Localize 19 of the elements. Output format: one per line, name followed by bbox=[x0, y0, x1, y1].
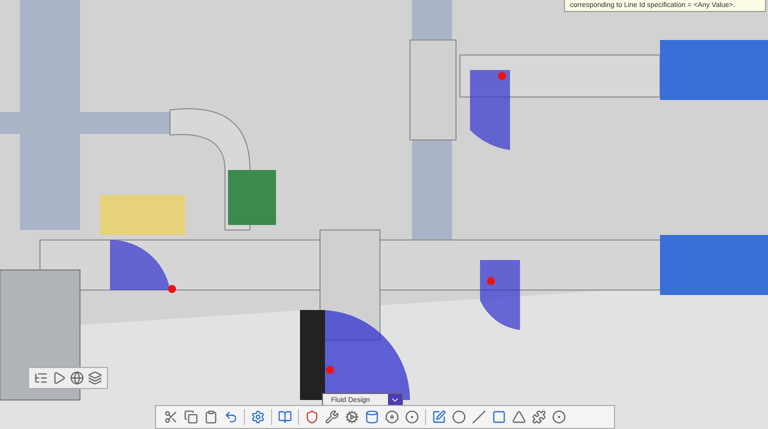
sphere-icon[interactable] bbox=[70, 371, 84, 385]
layers-icon[interactable] bbox=[88, 371, 102, 385]
shield-icon[interactable] bbox=[305, 410, 319, 424]
workbench-dropdown-button[interactable] bbox=[388, 394, 402, 406]
undo-icon[interactable] bbox=[224, 410, 238, 424]
disc-icon[interactable] bbox=[385, 410, 399, 424]
axis-icon[interactable] bbox=[552, 410, 566, 424]
flange-icon[interactable] bbox=[405, 410, 419, 424]
tree-icon[interactable] bbox=[34, 371, 48, 385]
paste-icon[interactable] bbox=[204, 410, 218, 424]
cylinder-icon[interactable] bbox=[365, 410, 379, 424]
plane-icon[interactable] bbox=[492, 410, 506, 424]
copy-icon[interactable] bbox=[184, 410, 198, 424]
edit-icon[interactable] bbox=[432, 410, 446, 424]
gear-icon[interactable] bbox=[251, 410, 265, 424]
book-icon[interactable] bbox=[278, 410, 292, 424]
surface-icon[interactable] bbox=[512, 410, 526, 424]
line-icon[interactable] bbox=[472, 410, 486, 424]
cut-icon[interactable] bbox=[164, 410, 178, 424]
